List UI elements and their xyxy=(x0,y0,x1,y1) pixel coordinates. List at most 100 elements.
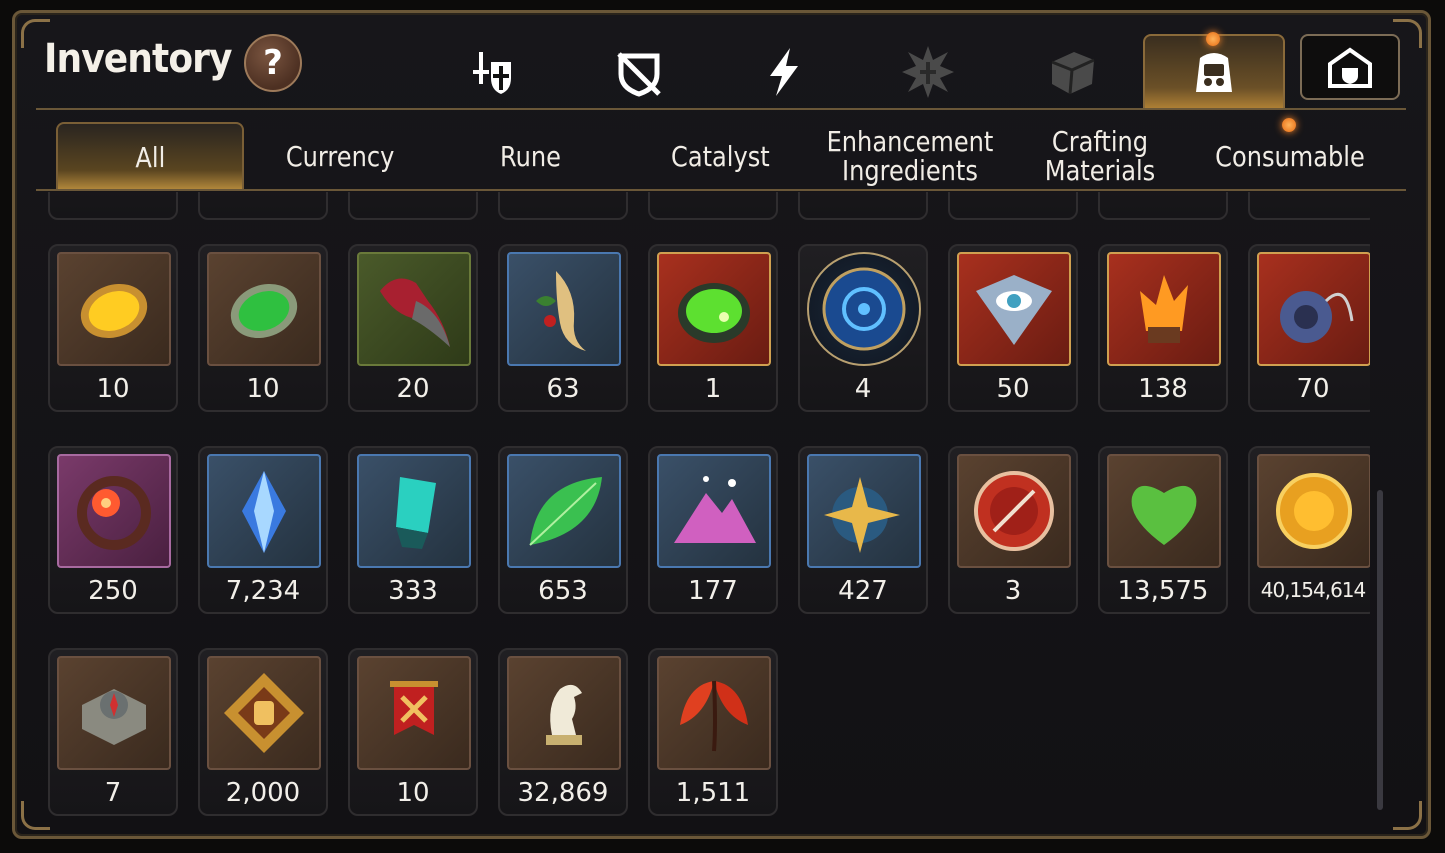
item-quantity: 50 xyxy=(996,374,1030,404)
item-slot[interactable]: 7,234 xyxy=(198,446,328,614)
skill-lightning-icon xyxy=(770,48,798,96)
pendant-icon xyxy=(1257,252,1370,366)
item-slot[interactable]: 7 xyxy=(48,648,178,816)
flower-ring-icon xyxy=(57,454,171,568)
item-slot-partial[interactable] xyxy=(348,192,478,220)
item-slot[interactable]: 10 xyxy=(198,244,328,412)
tab-enhancement-ingredients[interactable]: Enhancement Ingredients xyxy=(815,122,1005,190)
disabled-gear-icon xyxy=(617,52,661,97)
item-slot[interactable]: 2,000 xyxy=(198,648,328,816)
item-quantity: 10 xyxy=(96,374,130,404)
item-slot[interactable]: 1 xyxy=(648,244,778,412)
item-quantity: 1 xyxy=(704,374,722,404)
item-slot[interactable]: 10 xyxy=(48,244,178,412)
tab-consumable-label: Consumable xyxy=(1215,139,1365,173)
ginseng-root-icon xyxy=(507,252,621,366)
category-bag-button[interactable] xyxy=(1184,42,1244,102)
tab-crafting-label: Crafting Materials xyxy=(1044,125,1156,187)
help-button[interactable]: ? xyxy=(244,34,302,92)
horse-statue-icon xyxy=(507,656,621,770)
item-quantity: 10 xyxy=(396,778,430,808)
stone-compass-icon xyxy=(57,656,171,770)
fire-crystal-icon xyxy=(1107,252,1221,366)
tab-all-label: All xyxy=(135,140,165,174)
item-quantity: 653 xyxy=(538,576,588,606)
item-slot-partial[interactable] xyxy=(48,192,178,220)
item-slot[interactable]: 333 xyxy=(348,446,478,614)
item-quantity: 250 xyxy=(88,576,138,606)
item-slot[interactable]: 3 xyxy=(948,446,1078,614)
item-quantity: 3 xyxy=(1004,576,1022,606)
item-slot-partial[interactable] xyxy=(1248,192,1370,220)
heart-leaf-icon xyxy=(1107,454,1221,568)
item-slot[interactable]: 1,511 xyxy=(648,648,778,816)
category-cube-button[interactable] xyxy=(1042,42,1102,102)
bag-notification-dot xyxy=(1206,32,1220,46)
amber-gem-icon xyxy=(57,252,171,366)
item-grid[interactable]: 10 10 20 63 1 4 50 138 70 250 7,234 333 653 177 427 3 13… xyxy=(30,192,1370,832)
red-seal-icon xyxy=(957,454,1071,568)
scrollbar[interactable] xyxy=(1377,490,1383,810)
item-slot-partial[interactable] xyxy=(498,192,628,220)
tab-enhancement-label: Enhancement Ingredients xyxy=(826,125,994,187)
item-quantity: 4 xyxy=(854,374,872,404)
item-quantity: 2,000 xyxy=(225,778,301,808)
item-slot[interactable]: 32,869 xyxy=(498,648,628,816)
item-slot[interactable]: 653 xyxy=(498,446,628,614)
tab-currency-label: Currency xyxy=(285,139,395,173)
category-equipment-button[interactable] xyxy=(465,42,525,102)
rune-disc-icon xyxy=(807,252,921,366)
frame-corner xyxy=(1393,801,1422,830)
compass-star-icon xyxy=(807,454,921,568)
item-slot-partial[interactable] xyxy=(1098,192,1228,220)
gold-coin-icon xyxy=(1257,454,1370,568)
category-house-icon-wrap xyxy=(1320,38,1380,98)
tab-rune-label: Rune xyxy=(499,139,561,173)
war-banner-icon xyxy=(357,656,471,770)
tab-crafting-materials[interactable]: Crafting Materials xyxy=(1010,122,1190,190)
item-slot[interactable]: 70 xyxy=(1248,244,1370,412)
item-slot[interactable]: 63 xyxy=(498,244,628,412)
item-quantity: 40,154,614 xyxy=(1260,578,1367,602)
fist-emblem-icon xyxy=(207,656,321,770)
item-slot[interactable]: 427 xyxy=(798,446,928,614)
item-quantity: 10 xyxy=(246,374,280,404)
item-slot[interactable]: 4 xyxy=(798,244,928,412)
green-orb-icon xyxy=(657,252,771,366)
item-quantity: 32,869 xyxy=(517,778,609,808)
item-slot[interactable]: 13,575 xyxy=(1098,446,1228,614)
item-slot[interactable]: 40,154,614 xyxy=(1248,446,1370,614)
tab-consumable[interactable]: Consumable xyxy=(1195,122,1385,190)
page-title: Inventory xyxy=(44,36,233,82)
bag-icon xyxy=(1196,53,1232,92)
item-slot-partial[interactable] xyxy=(948,192,1078,220)
item-quantity: 13,575 xyxy=(1117,576,1209,606)
tab-currency[interactable]: Currency xyxy=(250,122,430,190)
item-slot[interactable]: 50 xyxy=(948,244,1078,412)
item-quantity: 7 xyxy=(104,778,122,808)
item-slot-partial[interactable] xyxy=(198,192,328,220)
teal-crystal-icon xyxy=(357,454,471,568)
item-quantity: 177 xyxy=(688,576,738,606)
blue-crystal-icon xyxy=(207,454,321,568)
category-burst-button[interactable] xyxy=(898,42,958,102)
category-gear-button[interactable] xyxy=(609,42,669,102)
tab-rune[interactable]: Rune xyxy=(440,122,620,190)
item-slot[interactable]: 10 xyxy=(348,648,478,816)
item-quantity: 427 xyxy=(838,576,888,606)
category-skill-button[interactable] xyxy=(754,42,814,102)
item-quantity: 7,234 xyxy=(225,576,301,606)
item-slot[interactable]: 250 xyxy=(48,446,178,614)
item-quantity: 1,511 xyxy=(675,778,751,808)
burst-icon xyxy=(902,46,954,98)
item-slot[interactable]: 177 xyxy=(648,446,778,614)
item-slot-partial[interactable] xyxy=(798,192,928,220)
tab-catalyst-label: Catalyst xyxy=(670,139,770,173)
tab-catalyst[interactable]: Catalyst xyxy=(630,122,810,190)
item-slot[interactable]: 20 xyxy=(348,244,478,412)
cube-icon xyxy=(1051,52,1095,95)
item-slot[interactable]: 138 xyxy=(1098,244,1228,412)
tab-all[interactable]: All xyxy=(56,122,244,190)
item-slot-partial[interactable] xyxy=(648,192,778,220)
item-quantity: 138 xyxy=(1138,374,1188,404)
